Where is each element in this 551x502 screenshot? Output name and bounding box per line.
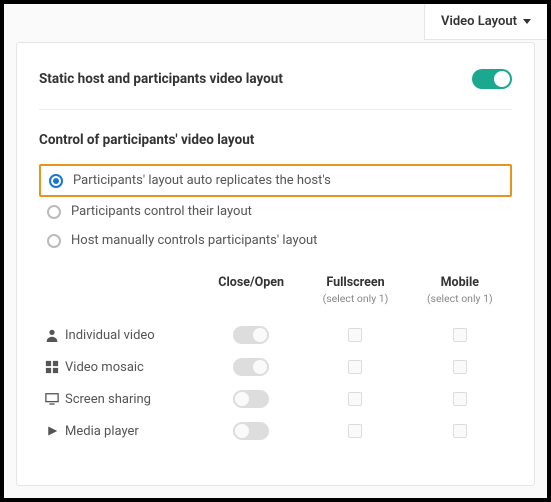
row-label: Media player [65,424,199,439]
radio-icon [47,205,61,219]
row-screen-sharing: Screen sharing [39,383,512,415]
media-player-fullscreen-checkbox[interactable] [348,424,362,438]
monitor-icon [39,392,65,406]
video-mosaic-mobile-checkbox[interactable] [453,360,467,374]
radio-icon [49,174,63,188]
media-player-toggle[interactable] [233,422,269,440]
video-mosaic-fullscreen-checkbox[interactable] [348,360,362,374]
grid-icon [39,360,65,374]
individual-video-toggle[interactable] [233,326,269,344]
radio-label: Participants' layout auto replicates the… [73,173,331,188]
media-player-mobile-checkbox[interactable] [453,424,467,438]
radio-label: Host manually controls participants' lay… [71,233,317,248]
radio-option-host-controls[interactable]: Host manually controls participants' lay… [39,226,512,255]
static-layout-toggle[interactable] [472,69,512,89]
radio-option-auto-replicate[interactable]: Participants' layout auto replicates the… [39,164,512,197]
play-icon [39,425,65,437]
column-close-open: Close/Open [199,275,303,305]
radio-label: Participants control their layout [71,204,252,219]
row-label: Individual video [65,328,199,343]
row-media-player: Media player [39,415,512,447]
video-layout-tab[interactable]: Video Layout [424,4,547,40]
screen-sharing-mobile-checkbox[interactable] [453,392,467,406]
radio-icon [47,234,61,248]
video-mosaic-toggle[interactable] [233,358,269,376]
row-label: Video mosaic [65,360,199,375]
screen-sharing-fullscreen-checkbox[interactable] [348,392,362,406]
individual-video-fullscreen-checkbox[interactable] [348,328,362,342]
column-mobile: Mobile (select only 1) [408,275,512,305]
row-individual-video: Individual video [39,319,512,351]
control-title: Control of participants' video layout [39,132,512,148]
individual-video-mobile-checkbox[interactable] [453,328,467,342]
column-fullscreen: Fullscreen (select only 1) [303,275,407,305]
row-label: Screen sharing [65,392,199,407]
settings-panel: Static host and participants video layou… [16,42,535,486]
tab-label: Video Layout [441,14,517,29]
row-video-mosaic: Video mosaic [39,351,512,383]
caret-down-icon [523,19,531,24]
static-layout-title: Static host and participants video layou… [39,71,283,87]
screen-sharing-toggle[interactable] [233,390,269,408]
radio-option-participants-control[interactable]: Participants control their layout [39,197,512,226]
person-icon [39,328,65,342]
